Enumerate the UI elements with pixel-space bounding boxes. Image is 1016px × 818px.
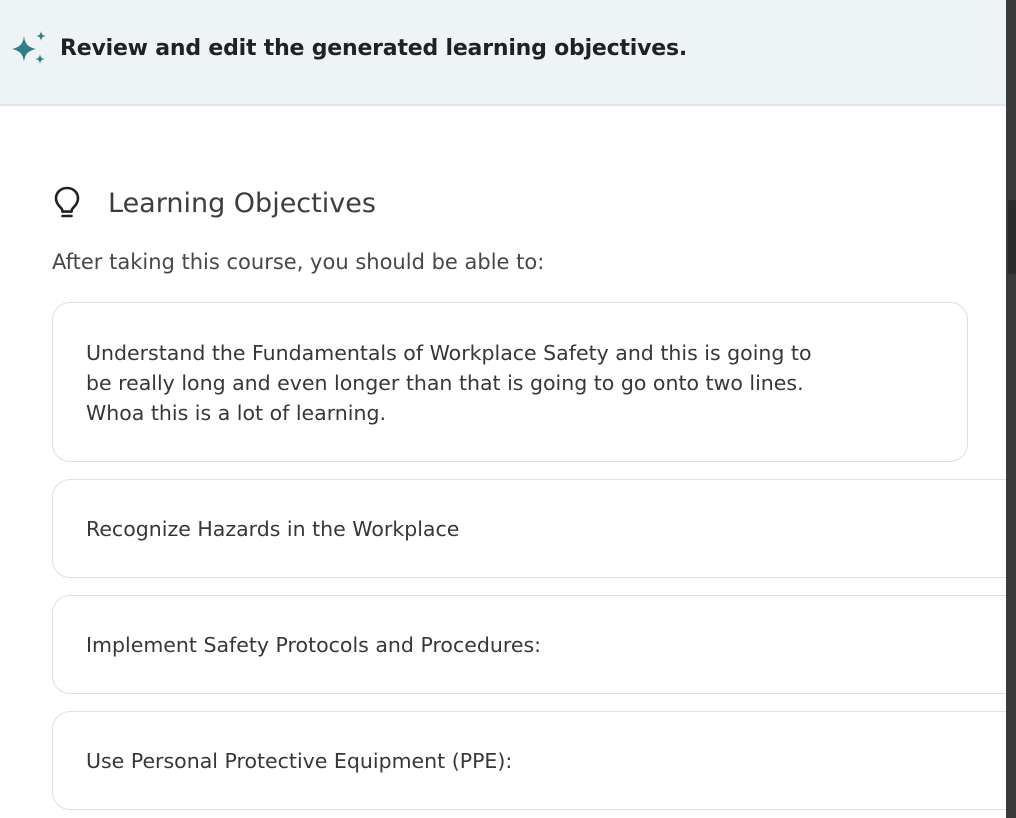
scrollbar-thumb[interactable] <box>1008 200 1016 274</box>
scrollbar-track[interactable] <box>1006 0 1016 818</box>
section-title: Learning Objectives <box>108 187 376 219</box>
sparkle-icon <box>12 31 46 64</box>
objective-card[interactable]: Implement Safety Protocols and Procedure… <box>52 595 1016 694</box>
instruction-banner: Review and edit the generated learning o… <box>0 0 1006 106</box>
objective-card[interactable]: Recognize Hazards in the Workplace <box>52 479 1016 578</box>
lightbulb-icon <box>54 186 80 218</box>
objective-text[interactable]: Understand the Fundamentals of Workplace… <box>86 338 946 428</box>
intro-text: After taking this course, you should be … <box>52 250 545 274</box>
objective-text[interactable]: Implement Safety Protocols and Procedure… <box>86 630 541 660</box>
objective-text[interactable]: Use Personal Protective Equipment (PPE): <box>86 746 512 776</box>
section-header: Learning Objectives <box>52 180 376 226</box>
objective-text[interactable]: Recognize Hazards in the Workplace <box>86 514 459 544</box>
objective-card[interactable]: Use Personal Protective Equipment (PPE): <box>52 711 1016 810</box>
banner-message: Review and edit the generated learning o… <box>60 36 688 61</box>
objective-card[interactable]: Understand the Fundamentals of Workplace… <box>52 302 968 462</box>
